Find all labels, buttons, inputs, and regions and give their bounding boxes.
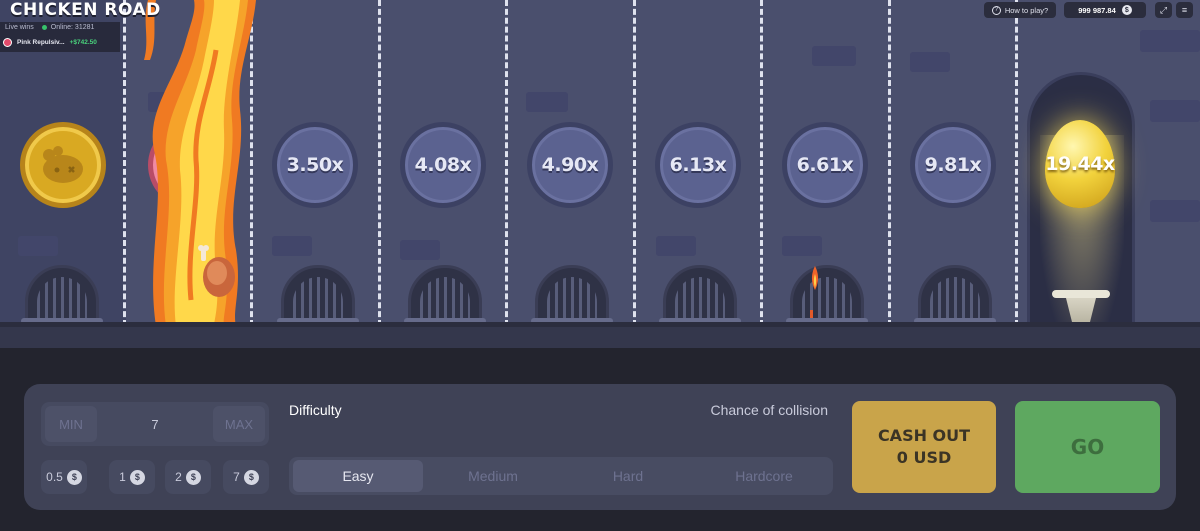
- lane-divider: [760, 0, 763, 326]
- collision-chance-label: Chance of collision: [710, 402, 828, 418]
- live-wins-label: Live wins: [5, 24, 34, 31]
- tab-hard[interactable]: Hard: [563, 460, 693, 492]
- lane-divider: [123, 0, 126, 326]
- balance-value: 999 987.84: [1078, 5, 1116, 15]
- hamburger-menu-icon: ≡: [1181, 5, 1188, 15]
- menu-button[interactable]: ≡: [1176, 2, 1193, 18]
- wall-brick: [1140, 30, 1200, 52]
- sewer-grate: [531, 265, 613, 325]
- wall-brick: [1150, 200, 1200, 222]
- dollar-icon: $: [66, 469, 82, 485]
- final-multiplier: 19.44x: [1045, 153, 1115, 175]
- lane-divider: [888, 0, 891, 326]
- start-chicken-coin: [20, 122, 106, 208]
- quick-bet-button[interactable]: 0.5 $: [41, 460, 87, 494]
- game-scene: 3.50x 4.08x 4.90x 6.13x 6.61x 9.81x 19.4…: [0, 0, 1200, 348]
- wall-brick: [1150, 100, 1200, 122]
- cash-out-button[interactable]: CASH OUT 0 USD: [852, 401, 996, 493]
- control-panel: MIN 7 MAX 0.5 $ 1 $ 2 $ 7 $ Difficulty C…: [24, 384, 1176, 510]
- balance-display: 999 987.84 $: [1064, 2, 1146, 18]
- tab-hardcore[interactable]: Hardcore: [699, 460, 829, 492]
- sewer-grate: [21, 265, 103, 325]
- sewer-grate: [914, 265, 996, 325]
- bet-amount-stepper: MIN 7 MAX: [41, 402, 269, 446]
- wall-brick: [910, 52, 950, 72]
- quick-bet-label: 1: [119, 470, 126, 484]
- sewer-grate: [786, 265, 868, 325]
- egg-pedestal: [1052, 290, 1110, 322]
- sewer-grate: [277, 265, 359, 325]
- wall-brick: [656, 236, 696, 256]
- bet-amount-input[interactable]: 7: [101, 402, 209, 446]
- lane-divider: [505, 0, 508, 326]
- sewer-grate: [659, 265, 741, 325]
- quick-bet-button[interactable]: 2 $: [165, 460, 211, 494]
- wall-brick: [782, 236, 822, 256]
- roasted-chicken-icon: [198, 245, 235, 297]
- player-avatar-icon: [3, 38, 12, 47]
- multiplier-coin[interactable]: 6.61x: [782, 122, 868, 208]
- help-icon: ?: [991, 5, 1001, 15]
- multiplier-coin[interactable]: 6.13x: [655, 122, 741, 208]
- multiplier-coin[interactable]: 4.90x: [527, 122, 613, 208]
- wall-brick: [272, 236, 312, 256]
- tab-easy[interactable]: Easy: [293, 460, 423, 492]
- lane-divider: [633, 0, 636, 326]
- dollar-icon: $: [1121, 5, 1132, 15]
- online-dot-icon: [41, 25, 47, 30]
- go-button[interactable]: GO: [1015, 401, 1160, 493]
- multiplier-coin[interactable]: 4.08x: [400, 122, 486, 208]
- live-win-entry: Pink Repulsiv... +$742.50: [3, 38, 97, 47]
- max-bet-button[interactable]: MAX: [213, 406, 265, 442]
- difficulty-label: Difficulty: [289, 402, 342, 418]
- small-flame-icon: [810, 266, 819, 318]
- dollar-icon: $: [185, 469, 201, 485]
- how-to-play-button[interactable]: ? How to play?: [984, 2, 1056, 18]
- multiplier-coin[interactable]: 3.50x: [272, 122, 358, 208]
- game-logo: CHICKEN ROAD: [10, 0, 161, 20]
- fullscreen-button[interactable]: ⤢: [1155, 2, 1172, 18]
- dollar-icon: $: [243, 469, 259, 485]
- quick-bet-button[interactable]: 7 $: [223, 460, 269, 494]
- dollar-icon: $: [129, 469, 145, 485]
- road-floor: [0, 327, 1200, 348]
- fullscreen-icon: ⤢: [1159, 4, 1168, 15]
- game-root: 3.50x 4.08x 4.90x 6.13x 6.61x 9.81x 19.4…: [0, 0, 1200, 531]
- tab-medium[interactable]: Medium: [428, 460, 558, 492]
- wall-brick: [18, 236, 58, 256]
- sewer-grate: [404, 265, 486, 325]
- multiplier-coin[interactable]: 9.81x: [910, 122, 996, 208]
- quick-bet-label: 0.5: [46, 470, 63, 484]
- wall-brick: [812, 46, 856, 66]
- win-amount: +$742.50: [69, 39, 97, 46]
- cash-out-amount: 0 USD: [896, 448, 952, 467]
- how-to-play-label: How to play?: [1004, 5, 1049, 15]
- min-bet-button[interactable]: MIN: [45, 406, 97, 442]
- live-wins-panel: Live wins Online: 31281 Pink Repulsiv...…: [0, 22, 120, 52]
- wall-brick: [526, 92, 568, 112]
- wall-brick: [400, 240, 440, 260]
- lane-divider: [1015, 0, 1018, 326]
- quick-bet-label: 2: [175, 470, 182, 484]
- chicken-coin-icon: [43, 146, 83, 183]
- lane-divider: [378, 0, 381, 326]
- difficulty-tabs: Easy Medium Hard Hardcore: [289, 457, 833, 495]
- online-count: Online: 31281: [50, 24, 95, 31]
- quick-bet-label: 7: [233, 470, 240, 484]
- player-name: Pink Repulsiv...: [17, 39, 65, 46]
- quick-bet-button[interactable]: 1 $: [109, 460, 155, 494]
- cash-out-label: CASH OUT: [877, 426, 971, 445]
